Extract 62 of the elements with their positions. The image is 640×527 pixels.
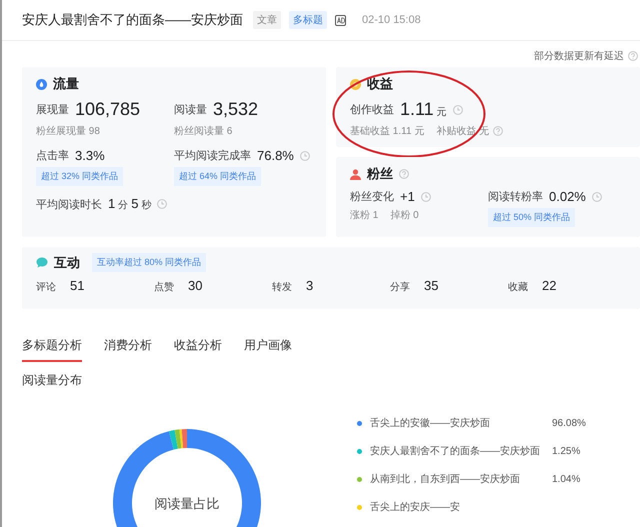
metric-value: 1.11 元 xyxy=(400,99,447,120)
tab[interactable]: 用户画像 xyxy=(244,337,292,362)
legend-label: 舌尖上的安庆——安 xyxy=(370,500,461,514)
metric-value: 3.3% xyxy=(75,148,105,163)
legend-percent: 1.04% xyxy=(552,474,580,484)
legend-percent: 1.25% xyxy=(552,446,580,456)
stat-value: 51 xyxy=(70,278,84,293)
metric-label: 平均阅读时长 xyxy=(36,198,102,212)
tab[interactable]: 收益分析 xyxy=(174,337,222,362)
metric-value: +1 xyxy=(400,189,415,204)
comparison-badge: 超过 64% 同类作品 xyxy=(174,167,262,186)
stat-value: 35 xyxy=(424,278,438,293)
legend-label: 从南到北，自东到西——安庆炒面 xyxy=(370,472,521,486)
donut-center-label: 阅读量占比 xyxy=(154,495,220,513)
metric-label: 展现量 xyxy=(36,103,69,117)
card-title: 互动 xyxy=(54,254,80,272)
card-title: 粉丝 xyxy=(367,165,393,183)
coin-icon xyxy=(350,78,361,90)
tag-label: 多标题 xyxy=(289,11,327,29)
comparison-badge: 超过 32% 同类作品 xyxy=(36,167,124,186)
comparison-badge: 超过 50% 同类作品 xyxy=(488,208,576,227)
section-title: 阅读量分布 xyxy=(21,372,83,389)
stat-label: 评论 xyxy=(36,281,56,294)
publish-time: 02-10 15:08 xyxy=(362,14,421,26)
metric-label: 创作收益 xyxy=(350,103,394,117)
metric-value: 1 分 5 秒 xyxy=(108,196,152,212)
data-delay-notice: 部分数据更新有延迟 xyxy=(534,50,624,63)
metric-value: 106,785 xyxy=(75,99,140,120)
legend-label: 安庆人最割舍不了的面条——安庆炒面 xyxy=(370,444,541,458)
card-title: 流量 xyxy=(53,75,79,93)
stat-value: 3 xyxy=(306,278,314,293)
tab[interactable]: 多标题分析 xyxy=(22,337,82,362)
stat-label: 点赞 xyxy=(154,280,174,294)
metric-value: 0.02% xyxy=(549,189,586,204)
tab[interactable]: 消费分析 xyxy=(104,337,152,362)
stat-value: 22 xyxy=(542,278,556,293)
metric-label: 阅读转粉率 xyxy=(488,190,543,204)
legend-label: 舌尖上的安徽——安庆炒面 xyxy=(370,416,491,430)
sub-metric: 涨粉 1 xyxy=(350,208,378,222)
legend-percent: 96.08% xyxy=(552,418,586,428)
article-title: 安庆人最割舍不了的面条——安庆炒面 xyxy=(22,11,243,29)
drop-icon xyxy=(36,78,47,90)
metric-label: 阅读量 xyxy=(174,103,207,117)
sub-metric: 掉粉 0 xyxy=(390,208,419,222)
card-title: 收益 xyxy=(367,75,393,93)
metric-label: 粉丝变化 xyxy=(350,190,394,204)
person-icon xyxy=(350,168,361,180)
sub-metric: 粉丝展现量 98 xyxy=(36,124,100,138)
comparison-badge: 互动率超过 80% 同类作品 xyxy=(92,253,206,272)
stat-label: 分享 xyxy=(390,280,410,294)
stat-value: 30 xyxy=(188,278,202,293)
ad-icon xyxy=(335,14,346,26)
sub-metric: 基础收益 1.11 元 xyxy=(350,124,424,138)
metric-value: 3,532 xyxy=(213,99,258,120)
tag-label: 文章 xyxy=(253,11,281,29)
metric-label: 平均阅读完成率 xyxy=(174,148,251,163)
stat-label: 转发 xyxy=(272,281,292,294)
chat-bubble-icon xyxy=(36,257,48,268)
metric-value: 76.8% xyxy=(257,148,294,163)
stat-label: 收藏 xyxy=(508,280,528,294)
sub-metric: 粉丝阅读量 6 xyxy=(174,124,232,138)
metric-label: 点击率 xyxy=(36,148,69,163)
